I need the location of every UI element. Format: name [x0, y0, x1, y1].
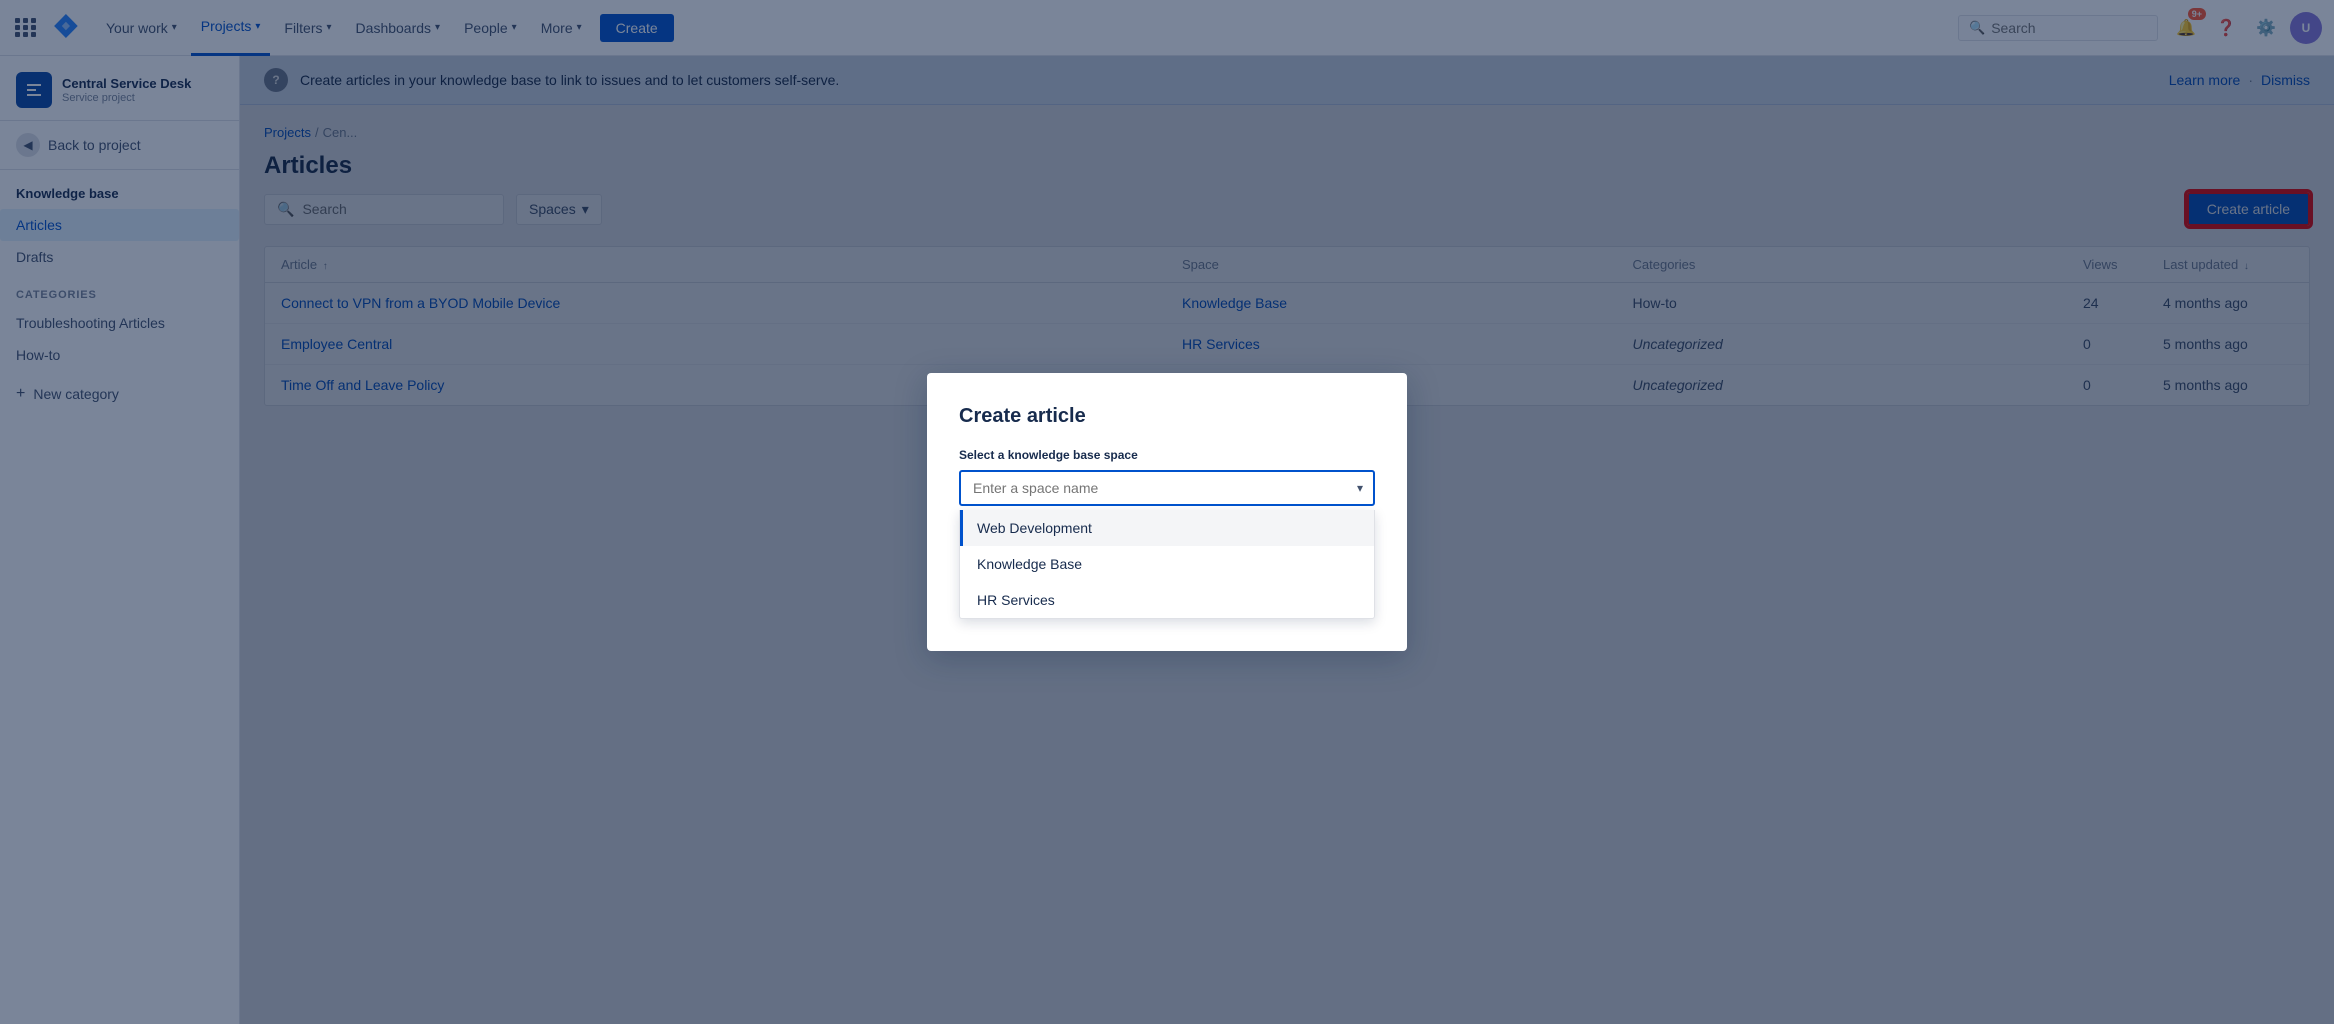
space-name-input[interactable]	[959, 470, 1375, 506]
space-dropdown: Web Development Knowledge Base HR Servic…	[959, 510, 1375, 619]
dropdown-item-web-dev[interactable]: Web Development	[960, 510, 1374, 546]
create-article-modal: Create article Select a knowledge base s…	[927, 373, 1407, 651]
modal-title: Create article	[959, 405, 1375, 428]
dropdown-item-hr-services[interactable]: HR Services	[960, 582, 1374, 618]
modal-overlay[interactable]: Create article Select a knowledge base s…	[0, 0, 2334, 1024]
modal-label: Select a knowledge base space	[959, 448, 1375, 462]
dropdown-item-knowledge-base[interactable]: Knowledge Base	[960, 546, 1374, 582]
space-select-container: ▾	[959, 470, 1375, 506]
